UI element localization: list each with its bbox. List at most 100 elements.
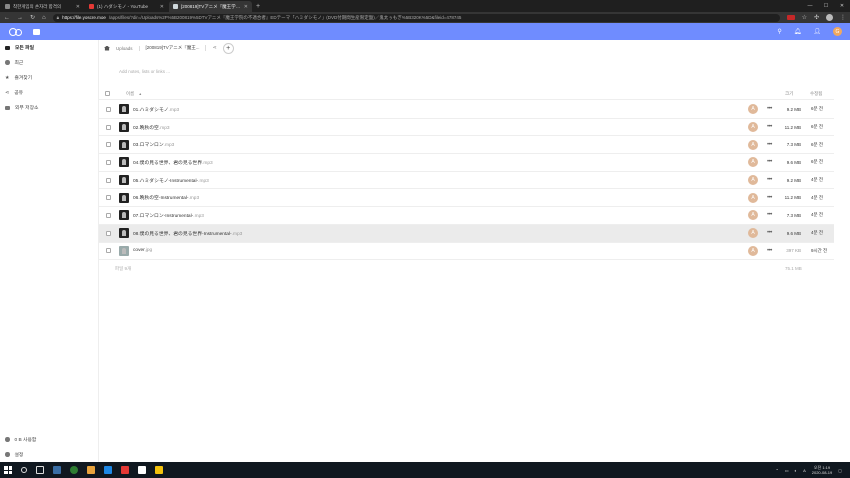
more-actions-icon[interactable]: •••	[767, 159, 772, 165]
more-actions-icon[interactable]: •••	[767, 124, 772, 130]
file-explorer-icon[interactable]	[87, 466, 95, 474]
star-bookmark-icon[interactable]: ☆	[802, 14, 807, 21]
table-row[interactable]: 01.ハミダシモノ.mp3 A ••• 9.2 MB 6분 전	[99, 101, 834, 119]
row-checkbox[interactable]	[106, 195, 111, 201]
file-name[interactable]: 01.ハミダシモノ.mp3	[133, 106, 179, 113]
table-row[interactable]: 05.ハミダシモノ-Instrumental-.mp3 A ••• 9.2 MB 4분 …	[99, 172, 834, 190]
clock[interactable]: 오전 1:19 2020-08-19	[812, 465, 832, 475]
browser-tab[interactable]: (1) ハダシモノ - YouTube ✕	[85, 1, 168, 12]
row-checkbox[interactable]	[106, 142, 111, 148]
more-actions-icon[interactable]: •••	[767, 177, 772, 183]
search-icon[interactable]: ⚲	[777, 28, 781, 35]
search-taskbar-icon[interactable]	[21, 467, 27, 473]
windows-start-icon[interactable]	[4, 466, 12, 474]
home-icon[interactable]	[104, 45, 110, 51]
notifications-icon[interactable]: 🔔︎	[794, 28, 802, 35]
new-tab-button[interactable]: +	[256, 1, 260, 12]
shared-avatar[interactable]: A	[748, 210, 758, 221]
more-actions-icon[interactable]: •••	[767, 230, 772, 236]
sidebar-item-shares[interactable]: ⋖ 공유	[0, 85, 98, 100]
table-row[interactable]: 07.ロマンロン-Instrumental-.mp3 A ••• 7.3 MB 4분 전	[99, 207, 834, 225]
nextcloud-logo-icon[interactable]	[8, 27, 22, 36]
file-name[interactable]: 06.晩秋の空-Instrumental-.mp3	[133, 194, 199, 201]
sidebar-item-recent[interactable]: 최근	[0, 55, 98, 70]
file-name[interactable]: 05.ハミダシモノ-Instrumental-.mp3	[133, 177, 209, 184]
volume-icon[interactable]: 🔈︎	[795, 468, 797, 473]
table-row[interactable]: 06.晩秋の空-Instrumental-.mp3 A ••• 11.2 MB 4분 전	[99, 189, 834, 208]
chrome-icon[interactable]	[70, 466, 78, 474]
name-column-header[interactable]: 이름 ▲	[126, 91, 142, 97]
row-checkbox[interactable]	[106, 212, 111, 218]
maximize-icon[interactable]: ☐	[818, 0, 834, 12]
contacts-icon[interactable]: 👤︎	[813, 28, 821, 35]
files-app-icon[interactable]	[33, 28, 40, 35]
app-icon[interactable]	[138, 466, 146, 474]
edge-browser-icon[interactable]	[53, 466, 61, 474]
browser-tab[interactable]: 착한게임의 손자라 합격의 ✕	[1, 1, 84, 12]
new-file-button[interactable]: +	[222, 42, 234, 54]
more-actions-icon[interactable]: •••	[767, 212, 772, 218]
task-view-icon[interactable]	[36, 466, 44, 474]
store-icon[interactable]	[104, 466, 112, 474]
kebab-menu-icon[interactable]: ⋮	[840, 14, 846, 21]
shared-avatar[interactable]: A	[748, 175, 758, 186]
close-window-icon[interactable]: ✕	[834, 0, 850, 12]
file-name[interactable]: 03.ロマンロン.mp3	[133, 141, 174, 148]
back-icon[interactable]: ←	[4, 15, 10, 21]
forward-icon[interactable]: →	[17, 15, 23, 21]
select-all-checkbox[interactable]	[105, 91, 110, 96]
puzzle-icon[interactable]: ✣	[814, 14, 819, 21]
table-row[interactable]: 03.ロマンロン.mp3 A ••• 7.3 MB 6분 전	[99, 136, 834, 155]
shared-avatar[interactable]: A	[748, 104, 758, 115]
breadcrumb-uploads[interactable]: Uploads	[116, 45, 140, 51]
file-name[interactable]: 07.ロマンロン-Instrumental-.mp3	[133, 212, 204, 219]
row-checkbox[interactable]	[106, 159, 111, 165]
shared-avatar[interactable]: A	[748, 122, 758, 133]
close-tab-icon[interactable]: ✕	[244, 4, 248, 10]
breadcrumb-current[interactable]: [200819]TVアニメ『魔王...	[146, 45, 207, 51]
shared-avatar[interactable]: A	[748, 192, 758, 203]
language-indicator[interactable]: A	[803, 468, 806, 473]
modified-column-header[interactable]: 수정됨	[810, 91, 822, 97]
row-checkbox[interactable]	[106, 177, 111, 183]
sidebar-item-all-files[interactable]: 모든 파일	[0, 40, 98, 55]
size-column-header[interactable]: 크기	[785, 91, 793, 97]
sidebar-item-favorites[interactable]: ★ 즐겨찾기	[0, 70, 98, 85]
table-row[interactable]: 08.僕の見る世界、君の見る世界-Instrumental-.mp3 A ••• 9.…	[99, 224, 834, 243]
app-icon[interactable]	[121, 466, 129, 474]
shared-avatar[interactable]: A	[748, 139, 758, 150]
reload-icon[interactable]: ↻	[30, 14, 35, 21]
share-folder-icon[interactable]: ⋖	[212, 45, 216, 51]
minimize-icon[interactable]: —	[802, 0, 818, 12]
close-tab-icon[interactable]: ✕	[160, 4, 164, 10]
more-actions-icon[interactable]: •••	[767, 195, 772, 201]
row-checkbox[interactable]	[106, 106, 111, 112]
shared-avatar[interactable]: A	[748, 228, 758, 239]
browser-tab-active[interactable]: [200819]TVアニメ『魔王学院の ✕	[169, 1, 252, 12]
more-actions-icon[interactable]: •••	[767, 106, 772, 112]
more-actions-icon[interactable]: •••	[767, 248, 772, 254]
table-row[interactable]: 02.晩秋の空.mp3 A ••• 11.2 MB 6분 전	[99, 119, 834, 137]
file-name[interactable]: cover.jpg	[133, 248, 152, 253]
sidebar-settings[interactable]: 설정	[0, 447, 98, 462]
sidebar-item-external-storage[interactable]: 외부 저장소	[0, 100, 98, 115]
row-checkbox[interactable]	[106, 230, 111, 236]
file-name[interactable]: 04.僕の見る世界、君の見る世界.mp3	[133, 159, 213, 166]
table-row[interactable]: 04.僕の見る世界、君の見る世界.mp3 A ••• 9.6 MB 6분 전	[99, 154, 834, 172]
more-actions-icon[interactable]: •••	[767, 142, 772, 148]
profile-avatar[interactable]	[826, 14, 833, 21]
notification-center-icon[interactable]: ▢	[838, 468, 842, 473]
extension-icon[interactable]	[786, 15, 795, 20]
shared-avatar[interactable]: A	[748, 157, 758, 168]
chevron-up-icon[interactable]: ⌃	[776, 468, 779, 473]
file-name[interactable]: 08.僕の見る世界、君の見る世界-Instrumental-.mp3	[133, 230, 242, 237]
file-name[interactable]: 02.晩秋の空.mp3	[133, 124, 170, 131]
row-checkbox[interactable]	[106, 124, 111, 130]
row-checkbox[interactable]	[106, 248, 111, 254]
table-row[interactable]: cover.jpg A ••• 397 KB 9시간 전	[99, 243, 834, 261]
home-nav-icon[interactable]: ⌂	[42, 15, 46, 21]
close-tab-icon[interactable]: ✕	[76, 4, 80, 10]
network-icon[interactable]: ▭	[785, 468, 789, 473]
kakaotalk-icon[interactable]	[155, 466, 163, 474]
user-avatar[interactable]: G	[833, 27, 842, 36]
